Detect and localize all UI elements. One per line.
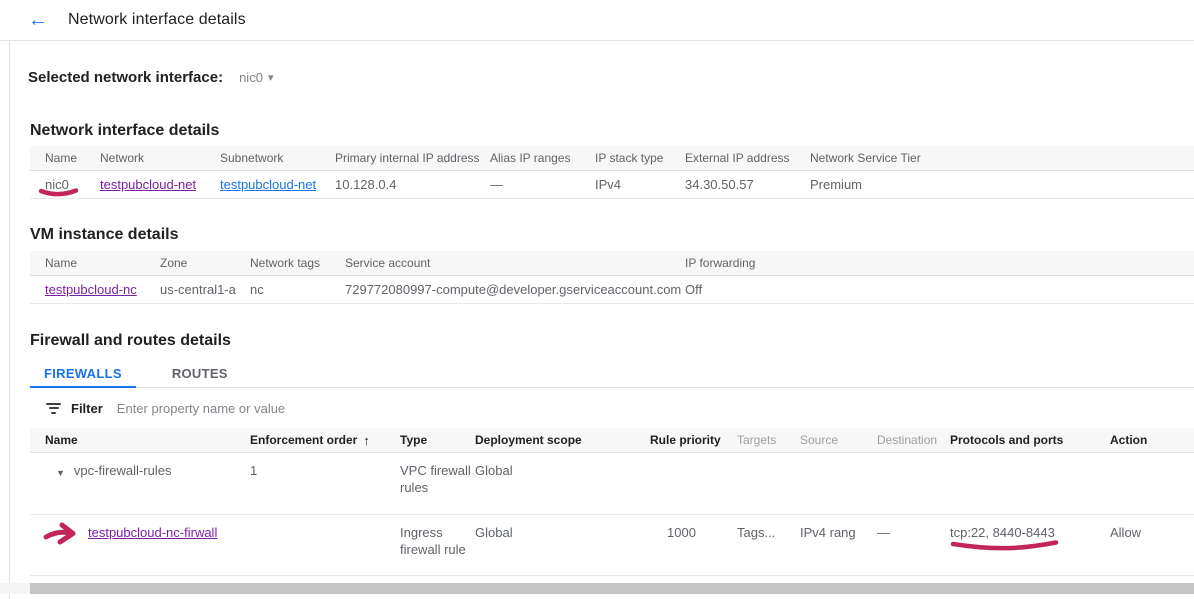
chevron-down-icon: ▾ — [268, 71, 274, 84]
nic-col-primary-ip: Primary internal IP address — [335, 151, 490, 165]
page-title: Network interface details — [68, 11, 246, 29]
fw-col-destination: Destination — [877, 433, 950, 447]
nic-table: Name Network Subnetwork Primary internal… — [30, 146, 1194, 199]
sort-ascending-icon: ↑ — [363, 433, 370, 448]
table-row: testpubcloud-nc-firwall Ingress firewall… — [30, 515, 1194, 576]
vm-col-name: Name — [30, 256, 160, 270]
firewall-rule-link[interactable]: testpubcloud-nc-firwall — [88, 525, 217, 540]
firewall-section-title: Firewall and routes details — [30, 332, 1194, 350]
fw-col-source: Source — [800, 433, 877, 447]
network-service-tier-value: Premium — [810, 177, 1194, 192]
nic-col-network: Network — [100, 151, 220, 165]
selector-label: Selected network interface: — [28, 69, 223, 86]
vm-col-ip-forwarding: IP forwarding — [685, 256, 1194, 270]
primary-internal-ip-value: 10.128.0.4 — [335, 177, 490, 192]
page-header: ← Network interface details — [0, 0, 1194, 41]
fw-col-deployment-scope: Deployment scope — [475, 433, 640, 447]
vm-col-network-tags: Network tags — [250, 256, 345, 270]
service-account-value: 729772080997-compute@developer.gservicea… — [345, 282, 685, 297]
vm-table-header: Name Zone Network tags Service account I… — [30, 251, 1194, 276]
nic-table-header: Name Network Subnetwork Primary internal… — [30, 146, 1194, 171]
fw-col-protocols-ports: Protocols and ports — [950, 433, 1110, 447]
firewall-table-header: Name Enforcement order ↑ Type Deployment… — [30, 428, 1194, 453]
nic-col-external-ip: External IP address — [685, 151, 810, 165]
fw-col-rule-priority: Rule priority — [640, 433, 737, 447]
vm-section-title: VM instance details — [30, 226, 1194, 244]
fw-deployment-scope-value: Global — [475, 453, 640, 479]
table-row: nic0 testpubcloud-net testpubcloud-net 1… — [30, 171, 1194, 199]
nic-col-subnetwork: Subnetwork — [220, 151, 335, 165]
back-arrow-icon: ← — [28, 9, 48, 31]
nic-col-name: Name — [30, 151, 100, 165]
filter-input[interactable] — [117, 401, 717, 416]
ip-stack-type-value: IPv4 — [595, 177, 685, 192]
nic-name-value: nic0 — [30, 177, 100, 192]
vm-table: Name Zone Network tags Service account I… — [30, 251, 1194, 304]
fw-deployment-scope-value: Global — [475, 515, 640, 541]
nic-col-service-tier: Network Service Tier — [810, 151, 1194, 165]
subnetwork-link[interactable]: testpubcloud-net — [220, 177, 316, 192]
tab-routes[interactable]: ROUTES — [158, 359, 242, 387]
fw-protocols-ports-value: tcp:22, 8440-8443 — [950, 515, 1110, 541]
vm-col-zone: Zone — [160, 256, 250, 270]
network-tags-value: nc — [250, 282, 345, 297]
network-interface-selector-row: Selected network interface: nic0 ▾ — [28, 68, 1194, 86]
fw-targets-value: Tags... — [737, 515, 800, 541]
fw-type-value: VPC firewall rules — [400, 453, 475, 496]
filter-icon[interactable] — [46, 403, 61, 414]
fw-action-value: Allow — [1110, 515, 1194, 541]
vm-instance-link[interactable]: testpubcloud-nc — [45, 282, 137, 297]
table-row: ▼ vpc-firewall-rules 1 VPC firewall rule… — [30, 453, 1194, 515]
selected-interface-value: nic0 — [239, 70, 263, 85]
fw-rule-priority-value: 1000 — [640, 515, 737, 541]
nic-col-alias-ranges: Alias IP ranges — [490, 151, 595, 165]
network-link[interactable]: testpubcloud-net — [100, 177, 196, 192]
alias-ip-ranges-value: — — [490, 177, 595, 192]
collapse-row-icon[interactable]: ▼ — [56, 462, 65, 482]
firewall-table: Name Enforcement order ↑ Type Deployment… — [30, 428, 1194, 576]
horizontal-scrollbar-thumb[interactable] — [30, 583, 1194, 594]
left-divider — [9, 41, 10, 599]
vm-col-service-account: Service account — [345, 256, 685, 270]
fw-col-action: Action — [1110, 433, 1194, 447]
tab-firewalls[interactable]: FIREWALLS — [30, 359, 136, 387]
fw-col-enforcement-order[interactable]: Enforcement order ↑ — [250, 433, 400, 448]
network-interface-dropdown[interactable]: nic0 ▾ — [239, 70, 273, 85]
fw-type-value: Ingress firewall rule — [400, 515, 475, 558]
nic-col-ip-stack: IP stack type — [595, 151, 685, 165]
table-row: testpubcloud-nc us-central1-a nc 7297720… — [30, 276, 1194, 304]
fw-col-targets: Targets — [737, 433, 800, 447]
fw-group-name: vpc-firewall-rules — [74, 462, 172, 479]
filter-label[interactable]: Filter — [71, 401, 103, 416]
filter-bar: Filter — [30, 388, 1194, 428]
back-arrow-button[interactable]: ← — [26, 8, 50, 32]
ip-forwarding-value: Off — [685, 282, 1194, 297]
nic-section-title: Network interface details — [30, 122, 1194, 140]
fw-col-type: Type — [400, 433, 475, 447]
external-ip-value: 34.30.50.57 — [685, 177, 810, 192]
fw-source-value: IPv4 rang — [800, 515, 877, 541]
firewall-routes-tabbar: FIREWALLS ROUTES — [30, 359, 1194, 388]
fw-col-name: Name — [30, 433, 250, 447]
horizontal-scrollbar-track[interactable] — [0, 583, 1194, 594]
zone-value: us-central1-a — [160, 282, 250, 297]
fw-enforcement-order-value: 1 — [250, 453, 400, 479]
fw-destination-value: — — [877, 515, 950, 541]
